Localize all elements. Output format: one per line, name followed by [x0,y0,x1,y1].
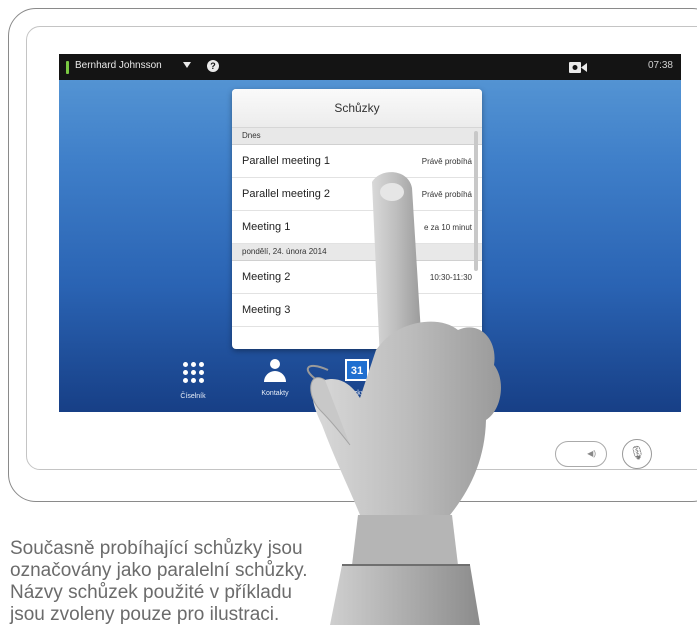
keypad-icon [180,362,206,388]
popup-title: Schůzky [232,89,482,128]
dock-keypad-button[interactable]: Číselník [163,359,223,400]
caption-line: jsou zvoleny pouze pro ilustraci. [10,604,280,625]
section-header-today: Dnes [232,128,482,145]
presence-indicator [66,61,69,74]
dock-keypad-label: Číselník [180,393,206,400]
caption-line: Názvy schůzek použité v příkladu [10,582,292,603]
status-bar: Bernhard Johnsson ? 07:38 [59,54,681,80]
meeting-status: Právě probíhá [421,157,472,166]
camera-icon[interactable] [569,62,587,73]
caption-line: Současně probíhající schůzky jsou [10,538,303,559]
mute-microphone-button[interactable]: 🎙 [622,439,652,469]
clock: 07:38 [647,60,673,71]
chevron-down-icon[interactable] [183,62,191,68]
microphone-muted-icon: 🎙 [628,445,646,460]
volume-control[interactable]: ◀︎) [555,441,607,467]
meeting-name: Parallel meeting 1 [242,155,331,167]
caption: Současně probíhající schůzky jsou označo… [10,538,370,626]
help-icon[interactable]: ? [207,60,219,72]
user-name[interactable]: Bernhard Johnsson [75,60,162,71]
caption-line: označovány jako paralelní schůzky. [10,560,308,581]
speaker-icon: ◀︎) [587,449,596,458]
